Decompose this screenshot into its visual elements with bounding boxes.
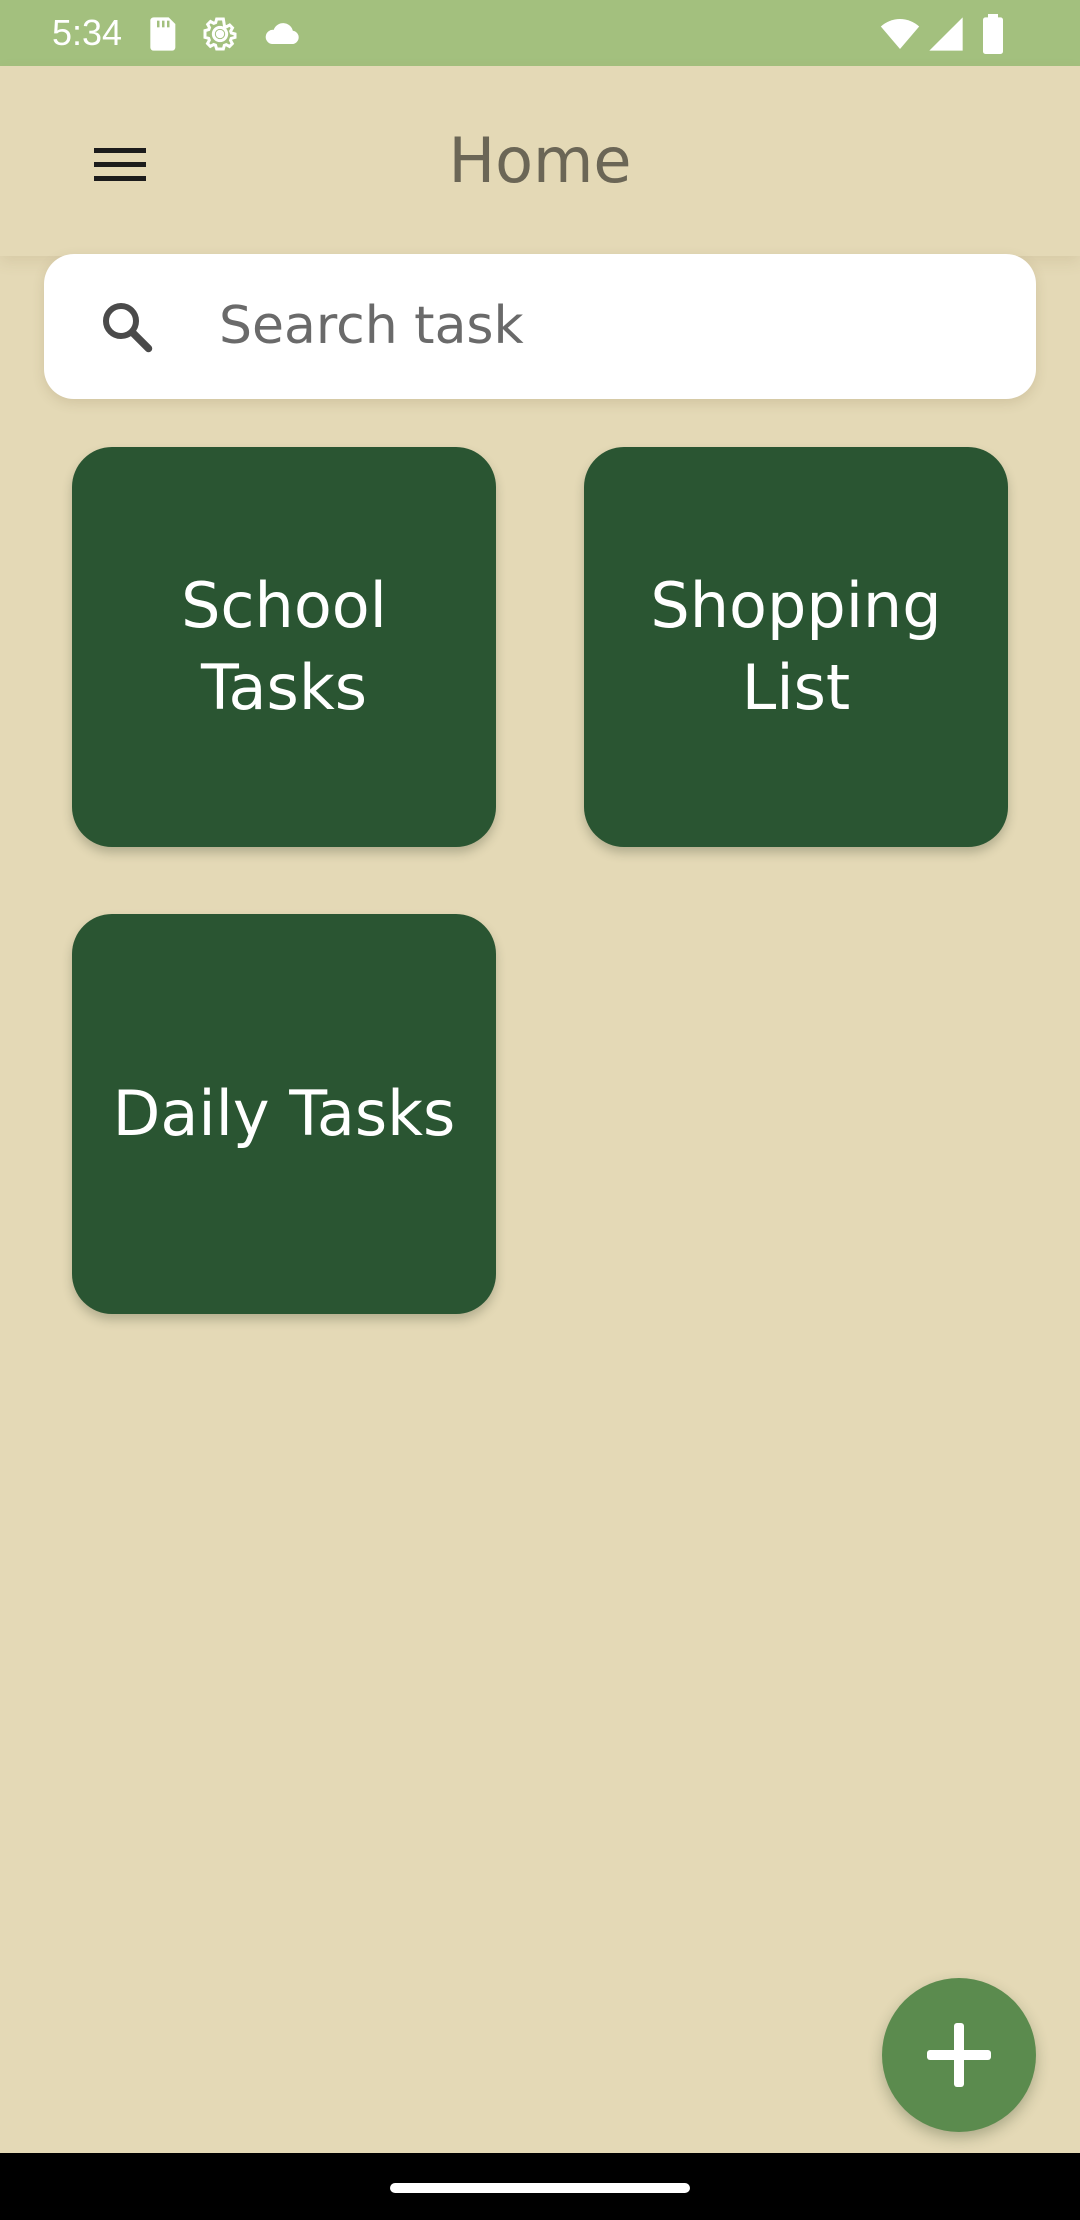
list-card-label: School Tasks	[181, 569, 387, 724]
navigation-bar	[0, 2153, 1080, 2220]
sd-card-icon	[142, 14, 182, 54]
battery-icon	[978, 14, 1008, 54]
list-card-shopping-list[interactable]: Shopping List	[584, 447, 1008, 847]
list-card-label: Daily Tasks	[112, 1077, 456, 1150]
app-bar: Home	[0, 66, 1080, 256]
status-time: 5:34	[52, 12, 123, 53]
cellular-signal-icon	[926, 14, 966, 54]
search-box[interactable]	[44, 254, 1036, 399]
add-list-button[interactable]	[882, 1978, 1036, 2132]
search-input[interactable]	[219, 280, 979, 372]
page-title: Home	[448, 124, 632, 197]
list-card-label: Shopping List	[650, 569, 942, 724]
status-bar: 5:34	[0, 0, 1080, 66]
settings-gear-icon	[200, 14, 240, 54]
home-gesture-handle[interactable]	[390, 2183, 690, 2193]
search-icon	[96, 296, 156, 356]
wifi-icon	[878, 14, 922, 54]
list-card-school-tasks[interactable]: School Tasks	[72, 447, 496, 847]
cloud-icon	[262, 14, 302, 54]
list-card-daily-tasks[interactable]: Daily Tasks	[72, 914, 496, 1314]
